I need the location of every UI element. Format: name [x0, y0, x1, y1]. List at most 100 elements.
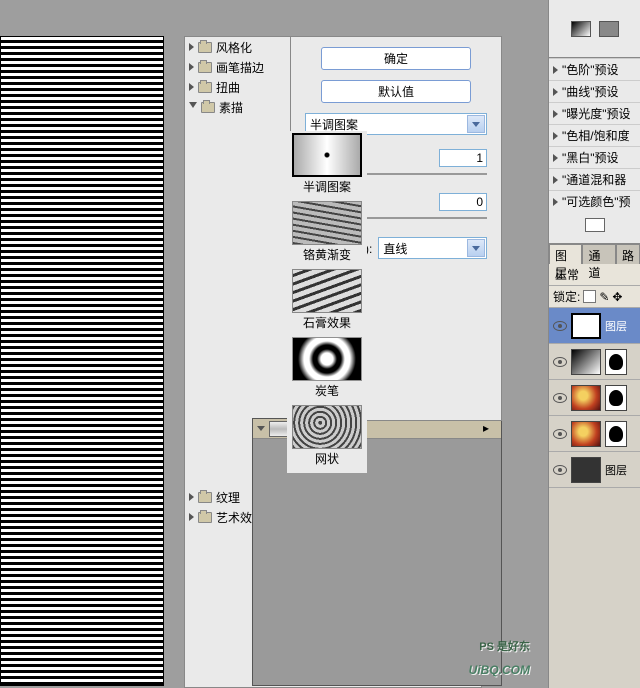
filter-thumb-reticulation[interactable]: 网状	[291, 405, 363, 471]
preset-footer	[549, 212, 640, 238]
category-label: 纹理	[216, 489, 240, 506]
category-label: 画笔描边	[216, 59, 264, 76]
adjustment-presets-panel: "色阶"预设 "曲线"预设 "曝光度"预设 "色相/饱和度 "黑白"预设 "通道…	[548, 58, 640, 244]
thumbnail-image	[292, 269, 362, 313]
brush-lock-icon[interactable]: ✎	[599, 290, 609, 304]
preset-hue-sat[interactable]: "色相/饱和度	[549, 124, 640, 146]
folder-icon	[198, 42, 212, 53]
layer-name: 图层	[605, 318, 627, 334]
visibility-eye-icon[interactable]	[553, 357, 567, 367]
preset-channel-mixer[interactable]: "通道混和器	[549, 168, 640, 190]
folder-icon	[198, 62, 212, 73]
thumbnail-label: 炭笔	[291, 381, 363, 403]
layer-row-selected[interactable]: 图层	[549, 308, 640, 344]
lock-label: 锁定:	[553, 288, 580, 305]
blend-mode-value: 正常	[555, 266, 579, 283]
layer-thumbnail	[571, 385, 601, 411]
folder-icon	[198, 512, 212, 523]
preset-curves[interactable]: "曲线"预设	[549, 80, 640, 102]
filter-thumb-halftone[interactable]: 半调图案	[291, 133, 363, 199]
visibility-eye-icon[interactable]	[553, 465, 567, 475]
category-distort[interactable]: 扭曲	[185, 77, 287, 97]
layer-row[interactable]	[549, 416, 640, 452]
preset-levels[interactable]: "色阶"预设	[549, 58, 640, 80]
thumbnail-image	[292, 405, 362, 449]
preset-selective-color[interactable]: "可选颜色"预	[549, 190, 640, 212]
lock-transparency-icon[interactable]	[583, 290, 596, 303]
preset-label: "曝光度"预设	[562, 105, 631, 122]
document-canvas[interactable]	[0, 36, 164, 686]
preset-label: "通道混和器	[562, 171, 626, 188]
contrast-input[interactable]	[439, 193, 487, 211]
thumbnail-image	[292, 133, 362, 177]
move-lock-icon[interactable]: ✥	[612, 290, 622, 304]
panel-menu-icon[interactable]: ▸	[483, 421, 497, 435]
layer-row[interactable]	[549, 344, 640, 380]
watermark-main: UiBQ.COM	[469, 663, 530, 677]
triangle-right-icon	[189, 63, 194, 71]
tab-channels[interactable]: 通道	[582, 244, 615, 264]
layer-mask-thumbnail	[605, 421, 627, 447]
triangle-right-icon	[553, 132, 558, 140]
layer-thumbnail	[571, 421, 601, 447]
category-label: 素描	[219, 99, 243, 116]
triangle-right-icon	[553, 198, 558, 206]
preset-bw[interactable]: "黑白"预设	[549, 146, 640, 168]
thumbnail-label: 铬黄渐变	[291, 245, 363, 267]
layer-mask-thumbnail	[605, 349, 627, 375]
layer-row[interactable]: 图层	[549, 452, 640, 488]
dropdown-value: 半调图案	[310, 116, 358, 133]
lock-row: 锁定: ✎ ✥	[549, 286, 640, 308]
filter-thumb-plaster[interactable]: 石膏效果	[291, 269, 363, 335]
category-label: 风格化	[216, 39, 252, 56]
size-input[interactable]	[439, 149, 487, 167]
category-brush-strokes[interactable]: 画笔描边	[185, 57, 287, 77]
filter-thumb-charcoal[interactable]: 炭笔	[291, 337, 363, 403]
chevron-down-icon	[467, 239, 485, 257]
layer-mask-thumbnail	[605, 385, 627, 411]
preset-label: "色相/饱和度	[562, 127, 630, 144]
category-stylize[interactable]: 风格化	[185, 37, 287, 57]
folder-icon	[198, 82, 212, 93]
ok-button[interactable]: 确定	[321, 47, 471, 70]
thumbnail-label: 石膏效果	[291, 313, 363, 335]
thumbnail-label: 网状	[291, 449, 363, 471]
layer-thumbnail	[571, 349, 601, 375]
gradient-swatch-icon[interactable]	[571, 21, 591, 37]
thumbnail-image	[292, 337, 362, 381]
thumbnail-image	[292, 201, 362, 245]
solid-swatch-icon[interactable]	[599, 21, 619, 37]
category-sketch[interactable]: 素描	[185, 97, 287, 117]
visibility-eye-icon[interactable]	[553, 429, 567, 439]
default-button[interactable]: 默认值	[321, 80, 471, 103]
pattern-type-dropdown[interactable]: 直线	[378, 237, 487, 259]
triangle-right-icon	[553, 110, 558, 118]
preset-label: "色阶"预设	[562, 61, 619, 78]
preset-label: "可选颜色"预	[562, 193, 631, 210]
visibility-eye-icon[interactable]	[553, 393, 567, 403]
tab-layers[interactable]: 图层	[549, 244, 582, 264]
filter-thumb-chrome[interactable]: 铬黄渐变	[291, 201, 363, 267]
watermark: PS 是好东 UiBQ.COM	[469, 638, 530, 680]
filter-thumbnail-list: 半调图案 铬黄渐变 石膏效果 炭笔 网状	[287, 131, 367, 473]
triangle-down-icon	[257, 426, 265, 431]
layer-thumbnail	[571, 457, 601, 483]
chevron-down-icon	[467, 115, 485, 133]
category-label: 扭曲	[216, 79, 240, 96]
triangle-right-icon	[189, 493, 194, 501]
tab-paths[interactable]: 路	[616, 244, 640, 264]
canvas-area	[0, 0, 184, 688]
triangle-right-icon	[553, 88, 558, 96]
triangle-down-icon	[189, 102, 197, 112]
thumbnail-label: 半调图案	[291, 177, 363, 199]
triangle-right-icon	[553, 154, 558, 162]
watermark-sub: PS 是好东	[469, 638, 530, 654]
visibility-eye-icon[interactable]	[553, 321, 567, 331]
panel-tabs: 图层 通道 路	[549, 244, 640, 264]
layer-row[interactable]	[549, 380, 640, 416]
panel-corner-icon[interactable]	[585, 218, 605, 232]
top-swatches	[548, 0, 640, 58]
preset-exposure[interactable]: "曝光度"预设	[549, 102, 640, 124]
preset-label: "曲线"预设	[562, 83, 619, 100]
layer-thumbnail	[571, 313, 601, 339]
